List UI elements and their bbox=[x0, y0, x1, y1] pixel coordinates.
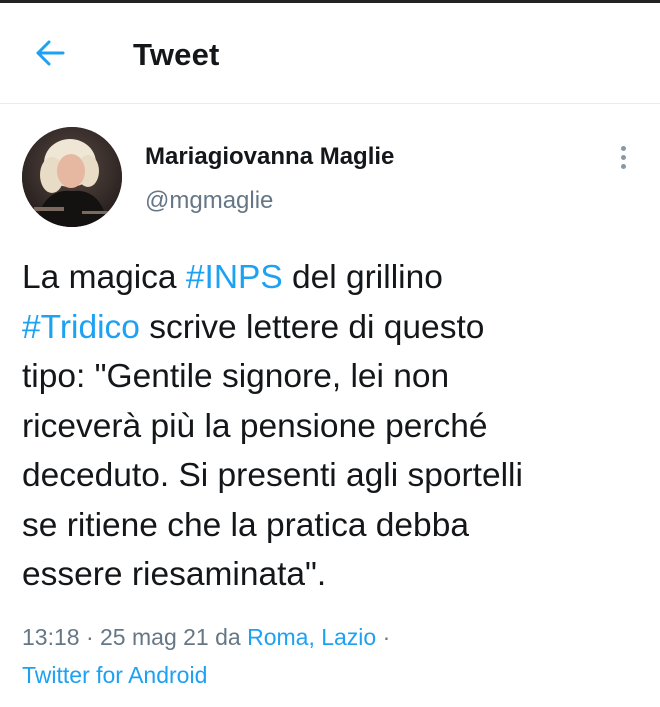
tweet-text: La magica #INPS del grillino #Tridico scr… bbox=[22, 253, 652, 600]
hashtag-link[interactable]: #Tridico bbox=[22, 309, 140, 346]
tweet-text-segment: del grillino bbox=[282, 259, 443, 296]
meta-separator-trailing: · bbox=[376, 624, 391, 650]
tweet-text-segment: se ritiene che la pratica debba bbox=[22, 506, 469, 544]
meta-separator: · bbox=[79, 624, 101, 650]
tweet-text-line: essere riesaminata". bbox=[22, 550, 652, 600]
tweet-text-line: La magica #INPS del grillino bbox=[22, 253, 652, 303]
back-button[interactable] bbox=[32, 37, 68, 73]
from-word: da bbox=[208, 624, 248, 650]
author-display-name[interactable]: Mariagiovanna Maglie bbox=[145, 143, 394, 171]
tweet-text-line: riceverà più la pensione perché bbox=[22, 402, 652, 452]
location-link[interactable]: Roma, Lazio bbox=[247, 624, 376, 650]
tweet-meta-line: 13:18 · 25 mag 21 da Roma, Lazio · bbox=[22, 618, 652, 656]
hashtag-link[interactable]: #INPS bbox=[186, 259, 283, 296]
profile-photo bbox=[22, 127, 122, 227]
tweet-text-line: deceduto. Si presenti agli sportelli bbox=[22, 451, 652, 501]
tweet-text-segment: La magica bbox=[22, 259, 186, 296]
tweet-text-segment: riceverà più la pensione perché bbox=[22, 407, 488, 445]
author-handle[interactable]: @mgmaglie bbox=[145, 187, 273, 215]
tweet-time: 13:18 bbox=[22, 624, 80, 650]
tweet-text-line: se ritiene che la pratica debba bbox=[22, 501, 652, 551]
tweet-date: 25 mag 21 bbox=[100, 624, 209, 650]
tweet-meta: 13:18 · 25 mag 21 da Roma, Lazio · Twitt… bbox=[22, 618, 652, 694]
tweet-text-line: tipo: "Gentile signore, lei non bbox=[22, 352, 652, 402]
page-title: Tweet bbox=[133, 37, 220, 72]
tweet-text-segment: deceduto. Si presenti agli sportelli bbox=[22, 457, 523, 494]
tweet-text-segment: tipo: "Gentile signore, lei non bbox=[22, 358, 450, 395]
tweet-text-segment: scrive lettere di questo bbox=[139, 308, 485, 346]
avatar[interactable] bbox=[22, 127, 122, 227]
tweet-text-segment: essere riesaminata". bbox=[22, 556, 327, 593]
more-options-button[interactable] bbox=[608, 140, 638, 174]
more-vertical-icon bbox=[620, 145, 626, 169]
source-link[interactable]: Twitter for Android bbox=[22, 662, 207, 688]
top-app-bar: Tweet bbox=[0, 3, 660, 104]
tweet-text-line: #Tridico scrive lettere di questo bbox=[22, 303, 652, 353]
arrow-left-icon bbox=[34, 39, 66, 72]
